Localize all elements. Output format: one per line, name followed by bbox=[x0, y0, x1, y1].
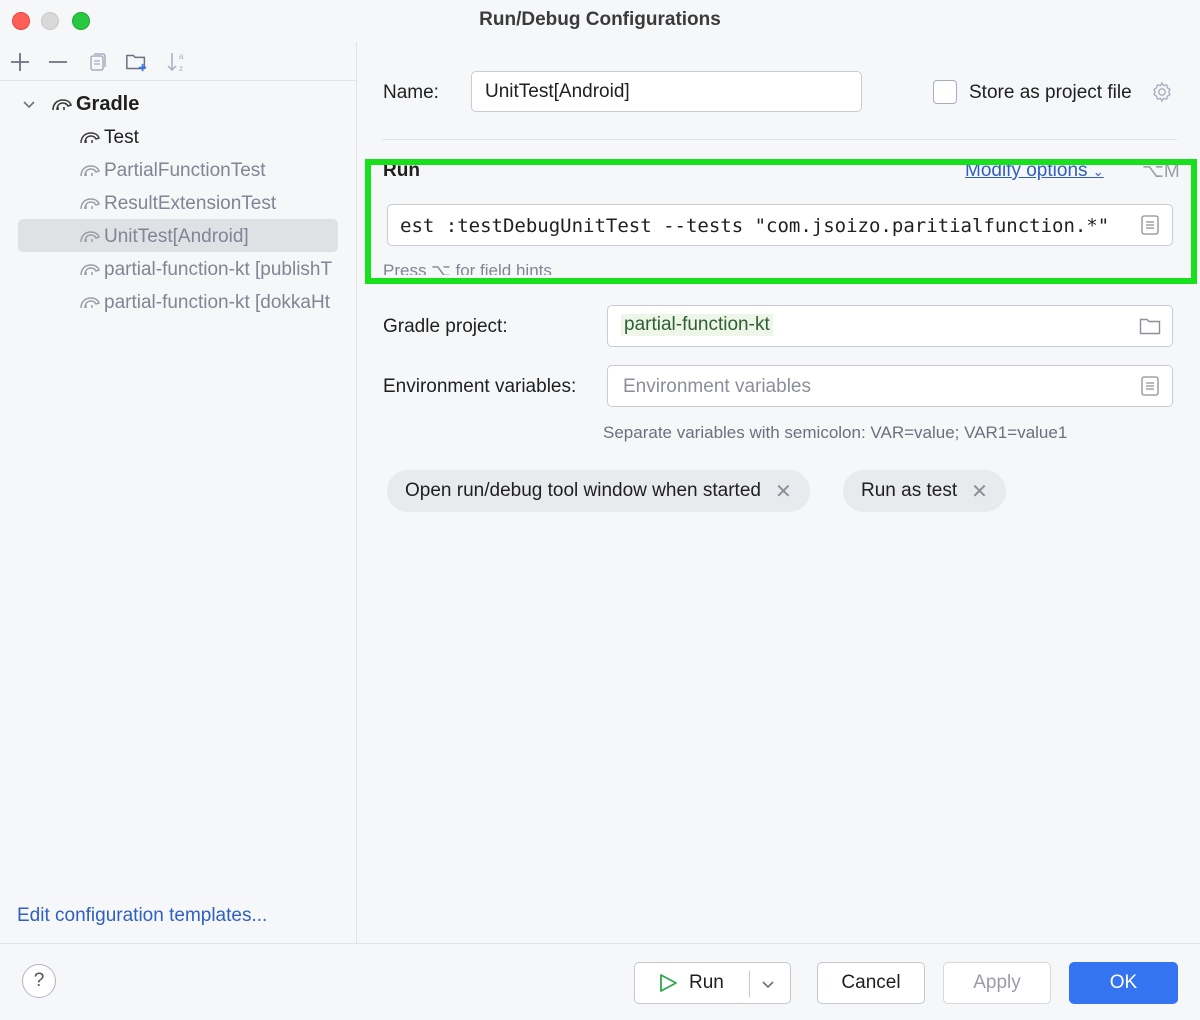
run-split-button: Run bbox=[634, 962, 791, 1004]
add-icon[interactable] bbox=[8, 50, 32, 74]
help-button[interactable]: ? bbox=[22, 964, 56, 998]
tree-item-label: partial-function-kt [dokkaHt bbox=[104, 291, 330, 313]
gear-icon[interactable] bbox=[1151, 81, 1173, 109]
store-as-project-file-label[interactable]: Store as project file bbox=[969, 82, 1132, 104]
section-divider bbox=[382, 139, 1177, 140]
name-label: Name: bbox=[383, 82, 439, 103]
cancel-button[interactable]: Cancel bbox=[817, 962, 925, 1004]
highlight-box bbox=[365, 159, 1197, 284]
tree-item-partial-function-kt-dokka[interactable]: partial-function-kt [dokkaHt bbox=[78, 286, 356, 319]
svg-text:z: z bbox=[179, 64, 183, 73]
environment-variables-note: Separate variables with semicolon: VAR=v… bbox=[603, 423, 1068, 442]
run-button-label: Run bbox=[689, 972, 724, 993]
chip-label: Run as test bbox=[861, 480, 958, 501]
expand-field-icon[interactable] bbox=[1141, 376, 1159, 402]
window-title: Run/Debug Configurations bbox=[479, 9, 721, 30]
name-input[interactable]: UnitTest[Android] bbox=[471, 71, 862, 112]
tree-item-resultextensiontest[interactable]: ResultExtensionTest bbox=[78, 187, 276, 220]
apply-button[interactable]: Apply bbox=[943, 962, 1051, 1004]
folder-icon[interactable] bbox=[1139, 316, 1161, 342]
gradle-config-icon bbox=[78, 128, 102, 148]
tree-item-partial-function-kt-publish[interactable]: partial-function-kt [publishT bbox=[78, 253, 356, 286]
toolbar-divider bbox=[0, 80, 356, 81]
tree-item-partialfunctiontest[interactable]: PartialFunctionTest bbox=[78, 154, 266, 187]
copy-icon[interactable] bbox=[85, 50, 109, 74]
play-icon bbox=[660, 974, 677, 992]
gradle-config-icon bbox=[78, 293, 102, 313]
split-divider bbox=[749, 971, 750, 997]
tree-group-gradle[interactable]: Gradle bbox=[22, 88, 139, 121]
gradle-elephant-icon bbox=[50, 95, 74, 115]
close-icon[interactable]: ✕ bbox=[971, 479, 988, 504]
chip-run-as-test: Run as test ✕ bbox=[843, 470, 1006, 512]
sort-icon[interactable]: az bbox=[165, 50, 189, 74]
remove-icon[interactable] bbox=[46, 50, 70, 74]
svg-text:a: a bbox=[179, 52, 184, 61]
footer-divider bbox=[0, 943, 1200, 944]
gradle-config-icon bbox=[78, 194, 102, 214]
tree-item-label: partial-function-kt [publishT bbox=[104, 258, 333, 280]
tree-item-label: ResultExtensionTest bbox=[104, 192, 277, 214]
chevron-down-icon[interactable] bbox=[761, 975, 775, 997]
tree-item-label: PartialFunctionTest bbox=[104, 159, 266, 181]
tree-item-label: UnitTest[Android] bbox=[104, 225, 249, 247]
ok-button[interactable]: OK bbox=[1069, 962, 1178, 1004]
gradle-config-icon bbox=[78, 161, 102, 181]
environment-variables-input[interactable]: Environment variables bbox=[607, 365, 1173, 407]
new-folder-icon[interactable] bbox=[125, 50, 149, 74]
gradle-project-value: partial-function-kt bbox=[621, 314, 773, 336]
chip-open-tool-window: Open run/debug tool window when started … bbox=[387, 470, 810, 512]
gradle-project-label: Gradle project: bbox=[383, 316, 508, 337]
edit-configuration-templates-link[interactable]: Edit configuration templates... bbox=[17, 905, 267, 927]
sidebar-divider[interactable] bbox=[356, 42, 357, 944]
environment-variables-label: Environment variables: bbox=[383, 376, 577, 397]
chevron-down-icon[interactable] bbox=[22, 100, 42, 110]
tree-item-unittest-android[interactable]: UnitTest[Android] bbox=[78, 220, 249, 253]
run-button[interactable]: Run bbox=[635, 972, 724, 994]
store-as-project-file-checkbox[interactable] bbox=[933, 80, 957, 104]
close-icon[interactable]: ✕ bbox=[775, 479, 792, 504]
gradle-config-icon bbox=[78, 227, 102, 247]
gradle-config-icon bbox=[78, 260, 102, 280]
tree-item-label: Test bbox=[104, 126, 139, 148]
tree-item-test[interactable]: Test bbox=[78, 121, 139, 154]
chip-label: Open run/debug tool window when started bbox=[405, 480, 761, 501]
tree-group-label: Gradle bbox=[76, 93, 140, 115]
